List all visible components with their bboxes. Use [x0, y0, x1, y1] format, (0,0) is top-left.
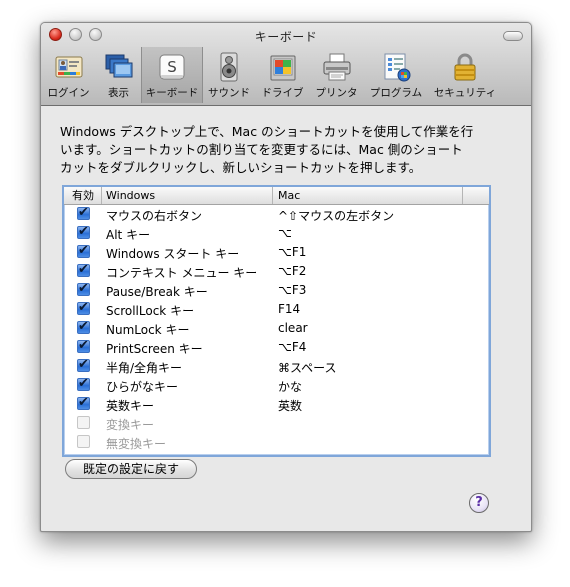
description-line: Windows デスクトップ上で、Mac のショートカットを使用して作業を行 — [60, 124, 474, 139]
toolbar-item-label: ドライブ — [261, 87, 304, 99]
table-row[interactable]: 変換キー — [64, 414, 489, 433]
toolbar-item-label: ログイン — [47, 87, 90, 99]
table-row[interactable]: Alt キー ⌥ — [64, 224, 489, 243]
speaker-icon — [220, 52, 238, 82]
programs-icon — [384, 53, 411, 82]
preferences-window: キーボード ログイン 表示 S キーボード サウンド ドライブ プリンタ プログ… — [40, 22, 532, 532]
shortcut-table[interactable]: 有効 Windows Mac マウスの右ボタン ^⇧マウスの左ボタン Alt キー ⌥… — [62, 185, 491, 457]
table-body: マウスの右ボタン ^⇧マウスの左ボタン Alt キー ⌥ Windows スタート キー… — [64, 205, 489, 452]
windows-key-cell: PrintScreen キー — [106, 342, 203, 356]
windows-key-cell: 変換キー — [106, 418, 155, 432]
enabled-checkbox[interactable] — [77, 416, 90, 429]
enabled-checkbox[interactable] — [77, 300, 90, 315]
mac-shortcut-cell[interactable]: F14 — [278, 302, 300, 316]
windows-key-cell: 無変換キー — [106, 437, 167, 451]
windows-key-cell: コンテキスト メニュー キー — [106, 266, 258, 280]
title-and-toolbar: キーボード ログイン 表示 S キーボード サウンド ドライブ プリンタ プログ… — [41, 23, 531, 106]
enabled-checkbox[interactable] — [77, 281, 90, 296]
enabled-checkbox[interactable] — [77, 395, 90, 410]
table-row[interactable]: マウスの右ボタン ^⇧マウスの左ボタン — [64, 205, 489, 224]
table-header: 有効 Windows Mac — [64, 187, 489, 205]
windows-key-cell: NumLock キー — [106, 323, 190, 337]
windows-key-cell: Pause/Break キー — [106, 285, 208, 299]
table-row[interactable]: PrintScreen キー ⌥F4 — [64, 338, 489, 357]
lock-icon — [454, 53, 476, 81]
enabled-checkbox[interactable] — [77, 338, 90, 353]
mac-shortcut-cell[interactable]: ⌥F4 — [278, 340, 306, 354]
toolbar-item-label: 表示 — [108, 87, 129, 99]
table-row[interactable]: ひらがなキー かな — [64, 376, 489, 395]
table-row[interactable]: Windows スタート キー ⌥F1 — [64, 243, 489, 262]
mac-shortcut-cell[interactable]: ⌥F1 — [278, 245, 306, 259]
enabled-checkbox[interactable] — [77, 319, 90, 334]
windows-key-cell: Windows スタート キー — [106, 247, 240, 261]
windows-key-cell: 半角/全角キー — [106, 361, 183, 375]
column-divider — [462, 187, 463, 204]
windows-key-cell: ScrollLock キー — [106, 304, 195, 318]
toolbar-item-sound[interactable]: サウンド — [203, 47, 255, 103]
drive-icon — [270, 55, 295, 81]
mac-shortcut-cell[interactable]: ⌘スペース — [278, 359, 337, 376]
column-header-enabled[interactable]: 有効 — [72, 189, 94, 203]
mac-shortcut-cell[interactable]: 英数 — [278, 397, 302, 414]
mac-shortcut-cell[interactable]: clear — [278, 321, 308, 335]
toolbar-item-programs[interactable]: プログラム — [363, 47, 429, 103]
display-icon — [105, 54, 132, 78]
windows-key-cell: ひらがなキー — [106, 380, 179, 394]
toolbar-toggle-button[interactable] — [503, 31, 523, 41]
table-row[interactable]: 無変換キー — [64, 433, 489, 452]
mac-shortcut-cell[interactable]: ⌥F3 — [278, 283, 306, 297]
toolbar-item-printer[interactable]: プリンタ — [310, 47, 363, 103]
toolbar-item-label: キーボード — [145, 87, 199, 99]
toolbar-item-label: セキュリティ — [433, 87, 497, 99]
toolbar-item-keyboard[interactable]: S キーボード — [141, 47, 203, 103]
table-row[interactable]: ScrollLock キー F14 — [64, 300, 489, 319]
restore-defaults-button[interactable]: 既定の設定に戻す — [65, 459, 197, 479]
table-row[interactable]: 英数キー 英数 — [64, 395, 489, 414]
toolbar-item-label: プリンタ — [315, 87, 358, 99]
enabled-checkbox[interactable] — [77, 376, 90, 391]
description-line: います。ショートカットの割り当てを変更するには、Mac 側のショート — [60, 142, 463, 157]
windows-key-cell: 英数キー — [106, 399, 155, 413]
enabled-checkbox[interactable] — [77, 224, 90, 239]
enabled-checkbox[interactable] — [77, 435, 90, 448]
windows-key-cell: Alt キー — [106, 228, 151, 242]
description-line: カットをダブルクリックし、新しいショートカットを押します。 — [60, 160, 422, 175]
table-row[interactable]: コンテキスト メニュー キー ⌥F2 — [64, 262, 489, 281]
window-title: キーボード — [254, 30, 318, 44]
column-header-windows[interactable]: Windows — [106, 189, 155, 203]
printer-icon — [323, 53, 350, 81]
keyboard-icon-letter: S — [167, 58, 177, 76]
toolbar: ログイン 表示 S キーボード サウンド ドライブ プリンタ プログラム セキュ… — [41, 47, 531, 103]
mac-shortcut-cell[interactable]: ⌥F2 — [278, 264, 306, 278]
column-header-mac[interactable]: Mac — [278, 189, 300, 203]
column-divider — [101, 187, 102, 204]
enabled-checkbox[interactable] — [77, 243, 90, 258]
windows-key-cell: マウスの右ボタン — [106, 209, 203, 223]
toolbar-item-label: プログラム — [369, 87, 423, 99]
table-row[interactable]: NumLock キー clear — [64, 319, 489, 338]
mac-shortcut-cell[interactable]: かな — [278, 378, 302, 395]
table-row[interactable]: Pause/Break キー ⌥F3 — [64, 281, 489, 300]
login-icon — [55, 56, 82, 78]
toolbar-item-drive[interactable]: ドライブ — [255, 47, 310, 103]
keyboard-icon: S — [159, 54, 185, 80]
toolbar-item-display[interactable]: 表示 — [96, 47, 141, 103]
enabled-checkbox[interactable] — [77, 205, 90, 220]
enabled-checkbox[interactable] — [77, 262, 90, 277]
mac-shortcut-cell[interactable]: ⌥ — [278, 226, 292, 240]
toolbar-item-security[interactable]: セキュリティ — [429, 47, 501, 103]
toolbar-item-label: サウンド — [208, 87, 250, 99]
enabled-checkbox[interactable] — [77, 357, 90, 372]
table-row[interactable]: 半角/全角キー ⌘スペース — [64, 357, 489, 376]
mac-shortcut-cell[interactable]: ^⇧マウスの左ボタン — [278, 207, 394, 224]
toolbar-item-login[interactable]: ログイン — [41, 47, 96, 103]
column-divider — [272, 187, 273, 204]
description-text: Windows デスクトップ上で、Mac のショートカットを使用して作業を行 い… — [60, 123, 520, 177]
help-button[interactable]: ? — [469, 493, 489, 513]
